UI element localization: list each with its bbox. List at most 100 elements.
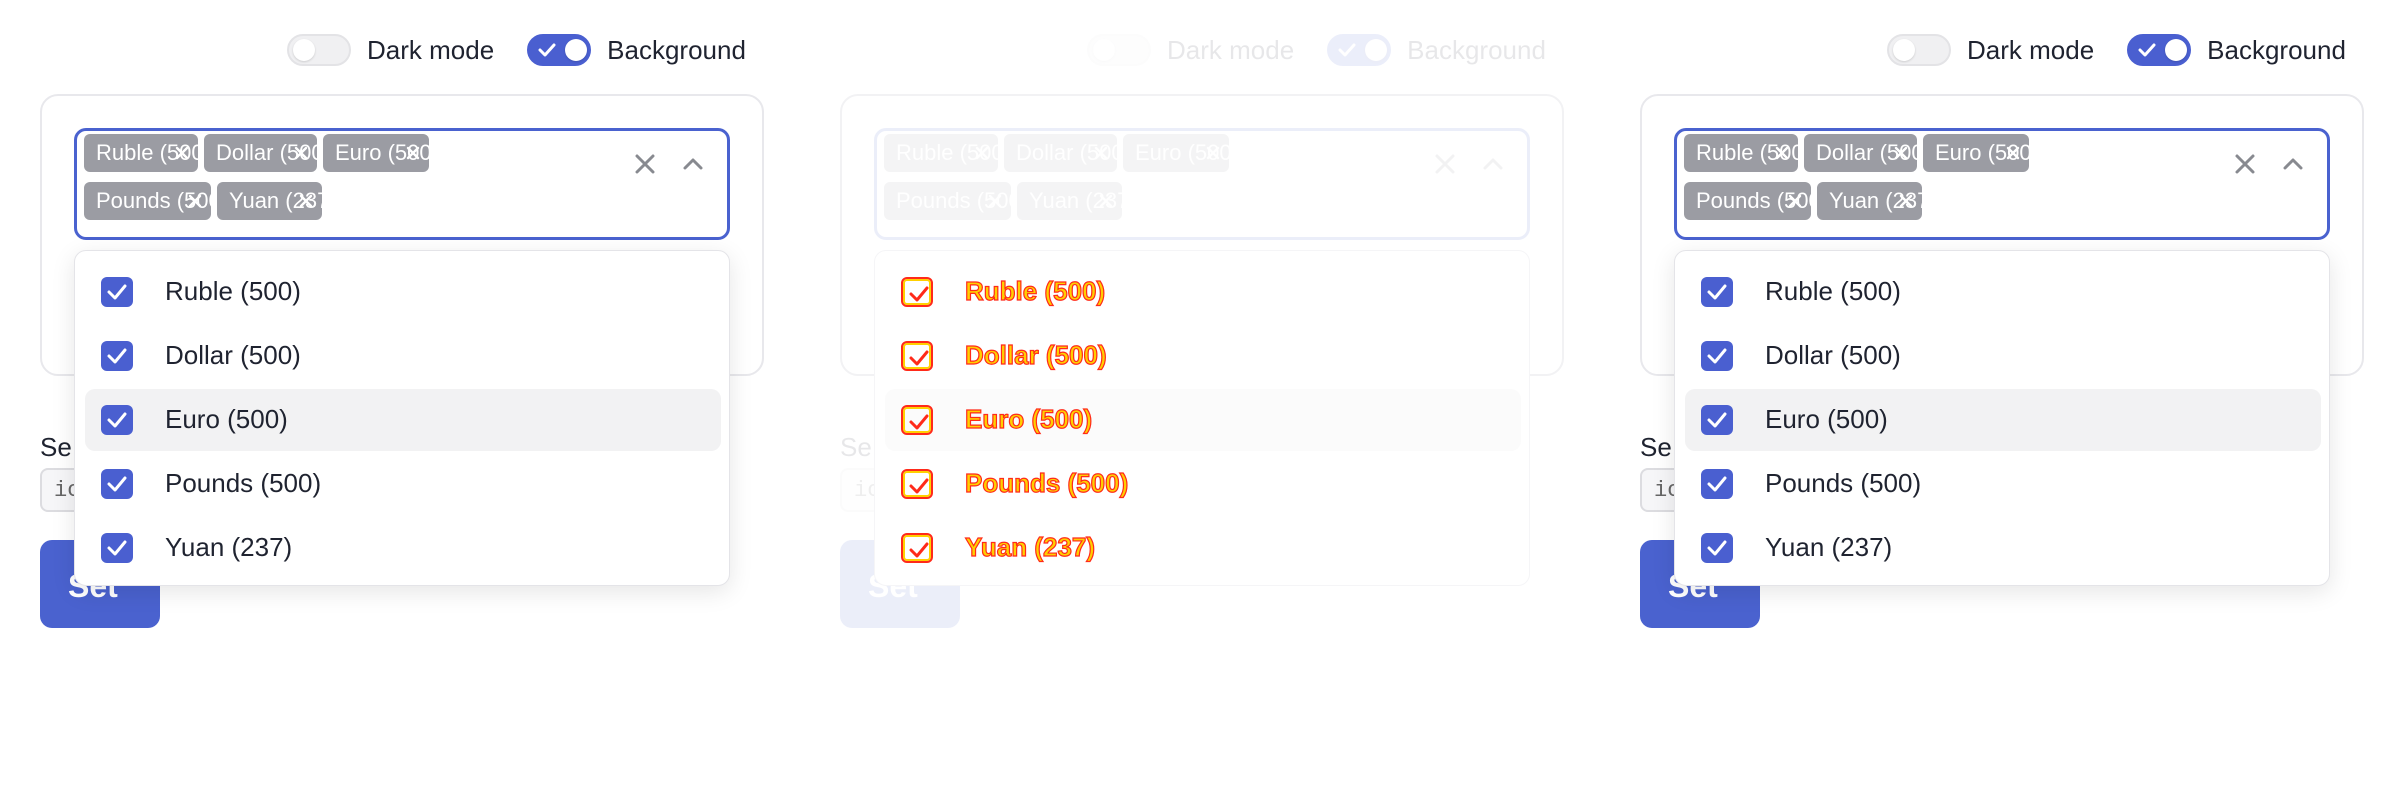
option-yuan[interactable]: Yuan (237) — [85, 517, 721, 579]
dark-mode-toggle[interactable]: Dark mode — [287, 34, 494, 66]
chip-label: Pounds (500) — [1696, 188, 1829, 213]
check-icon — [909, 414, 929, 430]
background-switch[interactable] — [2127, 34, 2192, 66]
chip: Euro (500) — [1123, 134, 1239, 172]
option-pounds[interactable]: Pounds (500) — [85, 453, 721, 515]
background-toggle[interactable]: Background — [2127, 34, 2346, 66]
set-label: Se — [840, 432, 872, 462]
chip-label: Yuan (237) — [1829, 188, 1937, 213]
chip: Yuan (237) — [1817, 182, 1937, 220]
checkbox[interactable] — [901, 405, 933, 435]
checkbox[interactable] — [901, 341, 933, 371]
option-euro[interactable]: Euro (500) — [1685, 389, 2321, 451]
checkbox[interactable] — [901, 277, 933, 307]
background-toggle[interactable]: Background — [1327, 34, 1546, 66]
option-label: Euro (500) — [165, 404, 288, 434]
clear-all-icon[interactable] — [630, 149, 660, 179]
close-icon[interactable] — [1898, 193, 1914, 209]
chip: Dollar (500) — [1004, 134, 1131, 172]
chip-label: Euro (500) — [1135, 140, 1239, 165]
checkbox[interactable] — [1701, 533, 1733, 563]
close-icon[interactable] — [1093, 145, 1109, 161]
check-icon — [107, 540, 127, 556]
background-switch[interactable] — [1327, 34, 1392, 66]
option-label: Dollar (500) — [964, 339, 1107, 370]
dark-mode-switch[interactable] — [287, 34, 351, 66]
chip: Ruble (500) — [84, 134, 211, 172]
multi-select-control[interactable]: Ruble (500) Dollar (500) Euro (500) Poun… — [74, 128, 730, 240]
clear-all-icon[interactable] — [1430, 149, 1460, 179]
check-icon — [909, 478, 929, 494]
option-euro[interactable]: Euro (500) — [885, 389, 1521, 451]
check-icon — [1707, 348, 1727, 364]
option-yuan[interactable]: Yuan (237) — [885, 517, 1521, 579]
panel-left: Dark mode Background Se ic Set Ruble (50… — [0, 0, 800, 800]
checkbox[interactable] — [101, 341, 133, 371]
switch-knob — [565, 39, 588, 61]
checkbox[interactable] — [101, 469, 133, 499]
close-icon[interactable] — [405, 145, 421, 161]
toggles-bar: Dark mode Background — [287, 30, 779, 70]
checkbox[interactable] — [1701, 341, 1733, 371]
option-euro[interactable]: Euro (500) — [85, 389, 721, 451]
option-dollar[interactable]: Dollar (500) — [85, 325, 721, 387]
close-icon[interactable] — [298, 193, 314, 209]
option-pounds[interactable]: Pounds (500) — [885, 453, 1521, 515]
close-icon[interactable] — [293, 145, 309, 161]
panel-right: Dark mode Background Se ic Set Ruble (50… — [1600, 0, 2400, 800]
check-icon — [909, 350, 929, 366]
close-icon[interactable] — [174, 145, 190, 161]
dark-mode-toggle[interactable]: Dark mode — [1087, 34, 1294, 66]
check-icon — [909, 542, 929, 558]
clear-all-icon[interactable] — [2230, 149, 2260, 179]
close-icon[interactable] — [1205, 145, 1221, 161]
option-ruble[interactable]: Ruble (500) — [885, 261, 1521, 323]
chevron-up-icon[interactable] — [678, 149, 708, 179]
checkbox[interactable] — [901, 469, 933, 499]
option-dollar[interactable]: Dollar (500) — [1685, 325, 2321, 387]
chip-label: Ruble (500) — [896, 140, 1011, 165]
close-icon[interactable] — [1098, 193, 1114, 209]
background-toggle[interactable]: Background — [527, 34, 746, 66]
option-label: Yuan (237) — [165, 532, 293, 562]
checkbox[interactable] — [901, 533, 933, 563]
background-switch[interactable] — [527, 34, 592, 66]
check-icon — [1707, 540, 1727, 556]
chip-label: Dollar (500) — [1816, 140, 1931, 165]
multi-select-control[interactable]: Ruble (500) Dollar (500) Euro (500) Poun… — [1674, 128, 2330, 240]
check-icon — [107, 412, 127, 428]
close-icon[interactable] — [187, 193, 203, 209]
close-icon[interactable] — [1774, 145, 1790, 161]
dark-mode-label: Dark mode — [367, 34, 495, 65]
checkbox[interactable] — [101, 277, 133, 307]
close-icon[interactable] — [1787, 193, 1803, 209]
chip: Euro (500) — [323, 134, 439, 172]
option-pounds[interactable]: Pounds (500) — [1685, 453, 2321, 515]
close-icon[interactable] — [987, 193, 1003, 209]
check-icon — [2138, 43, 2156, 57]
checkbox[interactable] — [1701, 405, 1733, 435]
multi-select-control[interactable]: Ruble (500) Dollar (500) Euro (500) Poun… — [874, 128, 1530, 240]
chevron-up-icon[interactable] — [1478, 149, 1508, 179]
dark-mode-label: Dark mode — [1167, 34, 1295, 65]
option-yuan[interactable]: Yuan (237) — [1685, 517, 2321, 579]
close-icon[interactable] — [2005, 145, 2021, 161]
dark-mode-switch[interactable] — [1087, 34, 1151, 66]
option-label: Yuan (237) — [1765, 532, 1893, 562]
checkbox[interactable] — [101, 533, 133, 563]
dark-mode-switch[interactable] — [1887, 34, 1951, 66]
option-ruble[interactable]: Ruble (500) — [1685, 261, 2321, 323]
checkbox[interactable] — [101, 405, 133, 435]
checkbox[interactable] — [1701, 277, 1733, 307]
close-icon[interactable] — [1893, 145, 1909, 161]
close-icon[interactable] — [974, 145, 990, 161]
chip-label: Yuan (237) — [229, 188, 337, 213]
checkbox[interactable] — [1701, 469, 1733, 499]
check-icon — [1338, 43, 1356, 57]
dark-mode-toggle[interactable]: Dark mode — [1887, 34, 2094, 66]
chevron-up-icon[interactable] — [2278, 149, 2308, 179]
dropdown-menu: Ruble (500) Dollar (500) Euro (500) Poun… — [874, 250, 1530, 586]
check-icon — [107, 284, 127, 300]
option-dollar[interactable]: Dollar (500) — [885, 325, 1521, 387]
option-ruble[interactable]: Ruble (500) — [85, 261, 721, 323]
